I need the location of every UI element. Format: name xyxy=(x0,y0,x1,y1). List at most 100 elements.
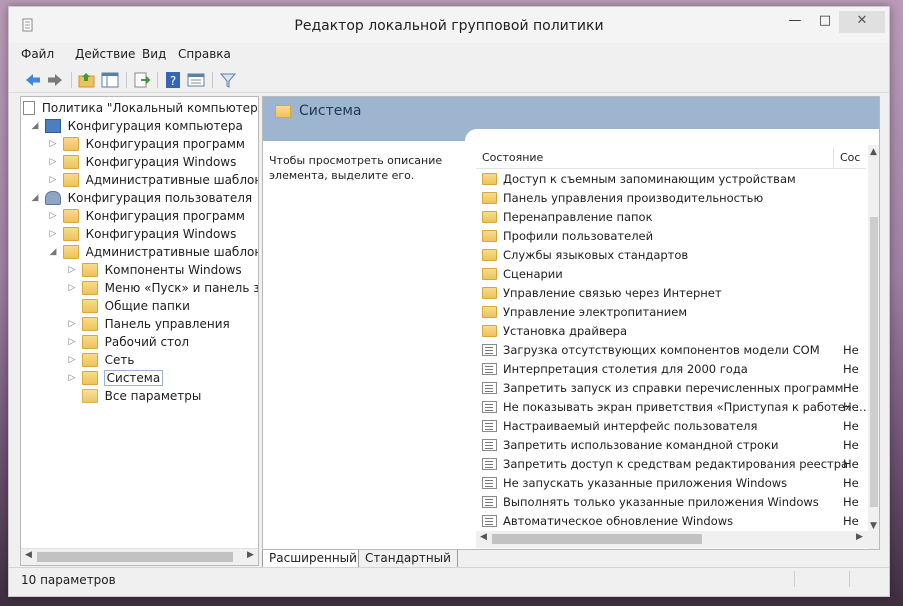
setting-row[interactable]: Запретить использование командной строки… xyxy=(476,436,866,455)
setting-row[interactable]: Настраиваемый интерфейс пользователя Не xyxy=(476,417,866,436)
tree-comp-windows-label: Конфигурация Windows xyxy=(85,155,237,169)
expand-arrow-icon[interactable]: ▷ xyxy=(47,153,59,171)
folder-row[interactable]: Установка драйвера xyxy=(476,322,866,341)
setting-row[interactable]: Интерпретация столетия для 2000 года Не xyxy=(476,360,866,379)
tree-item-start-menu[interactable]: ▷ Меню «Пуск» и панель зада xyxy=(66,279,258,297)
toolbar: ? xyxy=(9,67,889,93)
forward-arrow-icon[interactable] xyxy=(45,70,65,90)
scroll-up-arrow-icon[interactable]: ▲ xyxy=(870,147,877,157)
tree-item-desktop[interactable]: ▷ Рабочий стол xyxy=(66,333,189,351)
export-list-icon[interactable] xyxy=(132,70,152,90)
folder-row[interactable]: Панель управления производительностью xyxy=(476,189,866,208)
setting-row[interactable]: Запретить доступ к средствам редактирова… xyxy=(476,455,866,474)
column-header-status[interactable]: Сос xyxy=(840,151,860,164)
expand-arrow-icon[interactable]: ▷ xyxy=(66,351,78,369)
setting-row[interactable]: Автоматическое обновление Windows Не xyxy=(476,512,866,531)
tree-comp-admin[interactable]: ▷ Административные шаблоны xyxy=(47,171,258,189)
folder-icon xyxy=(482,306,497,318)
collapse-arrow-icon[interactable]: ◢ xyxy=(47,243,59,261)
expand-arrow-icon[interactable]: ▷ xyxy=(47,171,59,189)
navigation-tree[interactable]: Политика "Локальный компьютер" ◢ Конфигу… xyxy=(20,96,259,566)
scroll-right-arrow-icon[interactable]: ▶ xyxy=(247,550,254,560)
tab-extended[interactable]: Расширенный xyxy=(262,550,364,568)
scroll-down-arrow-icon[interactable]: ▼ xyxy=(870,521,877,531)
filter-icon[interactable] xyxy=(218,70,238,90)
menu-file[interactable]: Файл xyxy=(21,47,54,61)
tree-item-all-settings[interactable]: Все параметры xyxy=(66,387,201,405)
folder-name: Сценарии xyxy=(503,267,563,281)
setting-row[interactable]: Загрузка отсутствующих компонентов модел… xyxy=(476,341,866,360)
expand-arrow-icon[interactable]: ▷ xyxy=(66,369,78,387)
tree-comp-programs[interactable]: ▷ Конфигурация программ xyxy=(47,135,245,153)
tree-item-label: Панель управления xyxy=(104,317,230,331)
tree-user-admin[interactable]: ◢ Административные шаблоны xyxy=(47,243,258,261)
column-divider[interactable] xyxy=(833,147,834,167)
scroll-left-arrow-icon[interactable]: ◀ xyxy=(480,532,487,542)
folder-icon xyxy=(62,227,79,241)
collapse-arrow-icon[interactable]: ◢ xyxy=(29,189,41,207)
list-horizontal-scrollbar[interactable]: ◀ ▶ xyxy=(476,531,868,548)
scroll-right-arrow-icon[interactable]: ▶ xyxy=(856,532,863,542)
folder-icon xyxy=(62,209,79,223)
scrollbar-thumb[interactable] xyxy=(492,534,702,544)
expand-arrow-icon[interactable]: ▷ xyxy=(47,135,59,153)
settings-list[interactable]: Состояние Сос Доступ к съемным запоминаю… xyxy=(476,145,879,549)
status-divider xyxy=(794,571,795,587)
setting-row[interactable]: Запретить запуск из справки перечисленны… xyxy=(476,379,866,398)
tree-item-shared-folders[interactable]: Общие папки xyxy=(66,297,190,315)
tree-item-system[interactable]: ▷ Система xyxy=(66,369,164,387)
folder-row[interactable]: Перенаправление папок xyxy=(476,208,866,227)
folder-row[interactable]: Управление электропитанием xyxy=(476,303,866,322)
maximize-button[interactable]: □ xyxy=(812,11,838,33)
svg-text:?: ? xyxy=(170,74,176,88)
tree-root[interactable]: Политика "Локальный компьютер" xyxy=(23,99,258,117)
menu-help[interactable]: Справка xyxy=(178,47,231,61)
menu-action[interactable]: Действие xyxy=(75,47,135,61)
scrollbar-thumb[interactable] xyxy=(37,552,233,562)
folder-row[interactable]: Сценарии xyxy=(476,265,866,284)
expand-arrow-icon[interactable]: ▷ xyxy=(66,315,78,333)
collapse-arrow-icon[interactable]: ◢ xyxy=(29,117,41,135)
column-header-state[interactable]: Состояние xyxy=(482,151,543,164)
expand-arrow-icon[interactable]: ▷ xyxy=(66,261,78,279)
folder-row[interactable]: Службы языковых стандартов xyxy=(476,246,866,265)
help-icon[interactable]: ? xyxy=(163,70,183,90)
folder-icon xyxy=(81,317,98,331)
back-arrow-icon[interactable] xyxy=(23,70,43,90)
properties-view-icon[interactable] xyxy=(186,70,206,90)
setting-row[interactable]: Не показывать экран приветствия «Приступ… xyxy=(476,398,866,417)
scroll-left-arrow-icon[interactable]: ◀ xyxy=(25,550,32,560)
expand-arrow-icon[interactable]: ▷ xyxy=(66,333,78,351)
menu-view[interactable]: Вид xyxy=(142,47,166,61)
setting-row[interactable]: Выполнять только указанные приложения Wi… xyxy=(476,493,866,512)
tree-item-windows-components[interactable]: ▷ Компоненты Windows xyxy=(66,261,242,279)
tree-item-label: Сеть xyxy=(104,353,135,367)
setting-name: Запретить запуск из справки перечисленны… xyxy=(503,381,844,395)
expand-arrow-icon[interactable]: ▷ xyxy=(47,225,59,243)
tab-standard[interactable]: Стандартный xyxy=(358,550,458,568)
tree-comp-windows[interactable]: ▷ Конфигурация Windows xyxy=(47,153,236,171)
show-hide-tree-icon[interactable] xyxy=(100,70,120,90)
expand-arrow-icon[interactable]: ▷ xyxy=(47,207,59,225)
tree-item-network[interactable]: ▷ Сеть xyxy=(66,351,134,369)
close-button[interactable]: ✕ xyxy=(839,11,885,33)
folder-row[interactable]: Доступ к съемным запоминающим устройства… xyxy=(476,170,866,189)
scrollbar-thumb[interactable] xyxy=(870,217,878,507)
setting-row[interactable]: Не запускать указанные приложения Window… xyxy=(476,474,866,493)
tree-horizontal-scrollbar[interactable]: ◀ ▶ xyxy=(21,548,258,565)
minimize-button[interactable]: — xyxy=(782,11,808,33)
tree-user-config[interactable]: ◢ Конфигурация пользователя xyxy=(29,189,252,207)
title-bar[interactable]: Редактор локальной групповой политики — … xyxy=(9,7,889,43)
folder-row[interactable]: Управление связью через Интернет xyxy=(476,284,866,303)
folder-icon xyxy=(81,263,98,277)
expand-arrow-icon[interactable]: ▷ xyxy=(66,279,78,297)
tree-item-control-panel[interactable]: ▷ Панель управления xyxy=(66,315,230,333)
up-folder-icon[interactable] xyxy=(77,70,97,90)
toolbar-separator xyxy=(157,72,158,88)
tree-computer-config[interactable]: ◢ Конфигурация компьютера xyxy=(29,117,243,135)
folder-row[interactable]: Профили пользователей xyxy=(476,227,866,246)
list-vertical-scrollbar[interactable]: ▲ ▼ xyxy=(868,145,879,549)
setting-status: Не xyxy=(843,419,859,433)
tree-user-programs[interactable]: ▷ Конфигурация программ xyxy=(47,207,245,225)
tree-user-windows[interactable]: ▷ Конфигурация Windows xyxy=(47,225,236,243)
